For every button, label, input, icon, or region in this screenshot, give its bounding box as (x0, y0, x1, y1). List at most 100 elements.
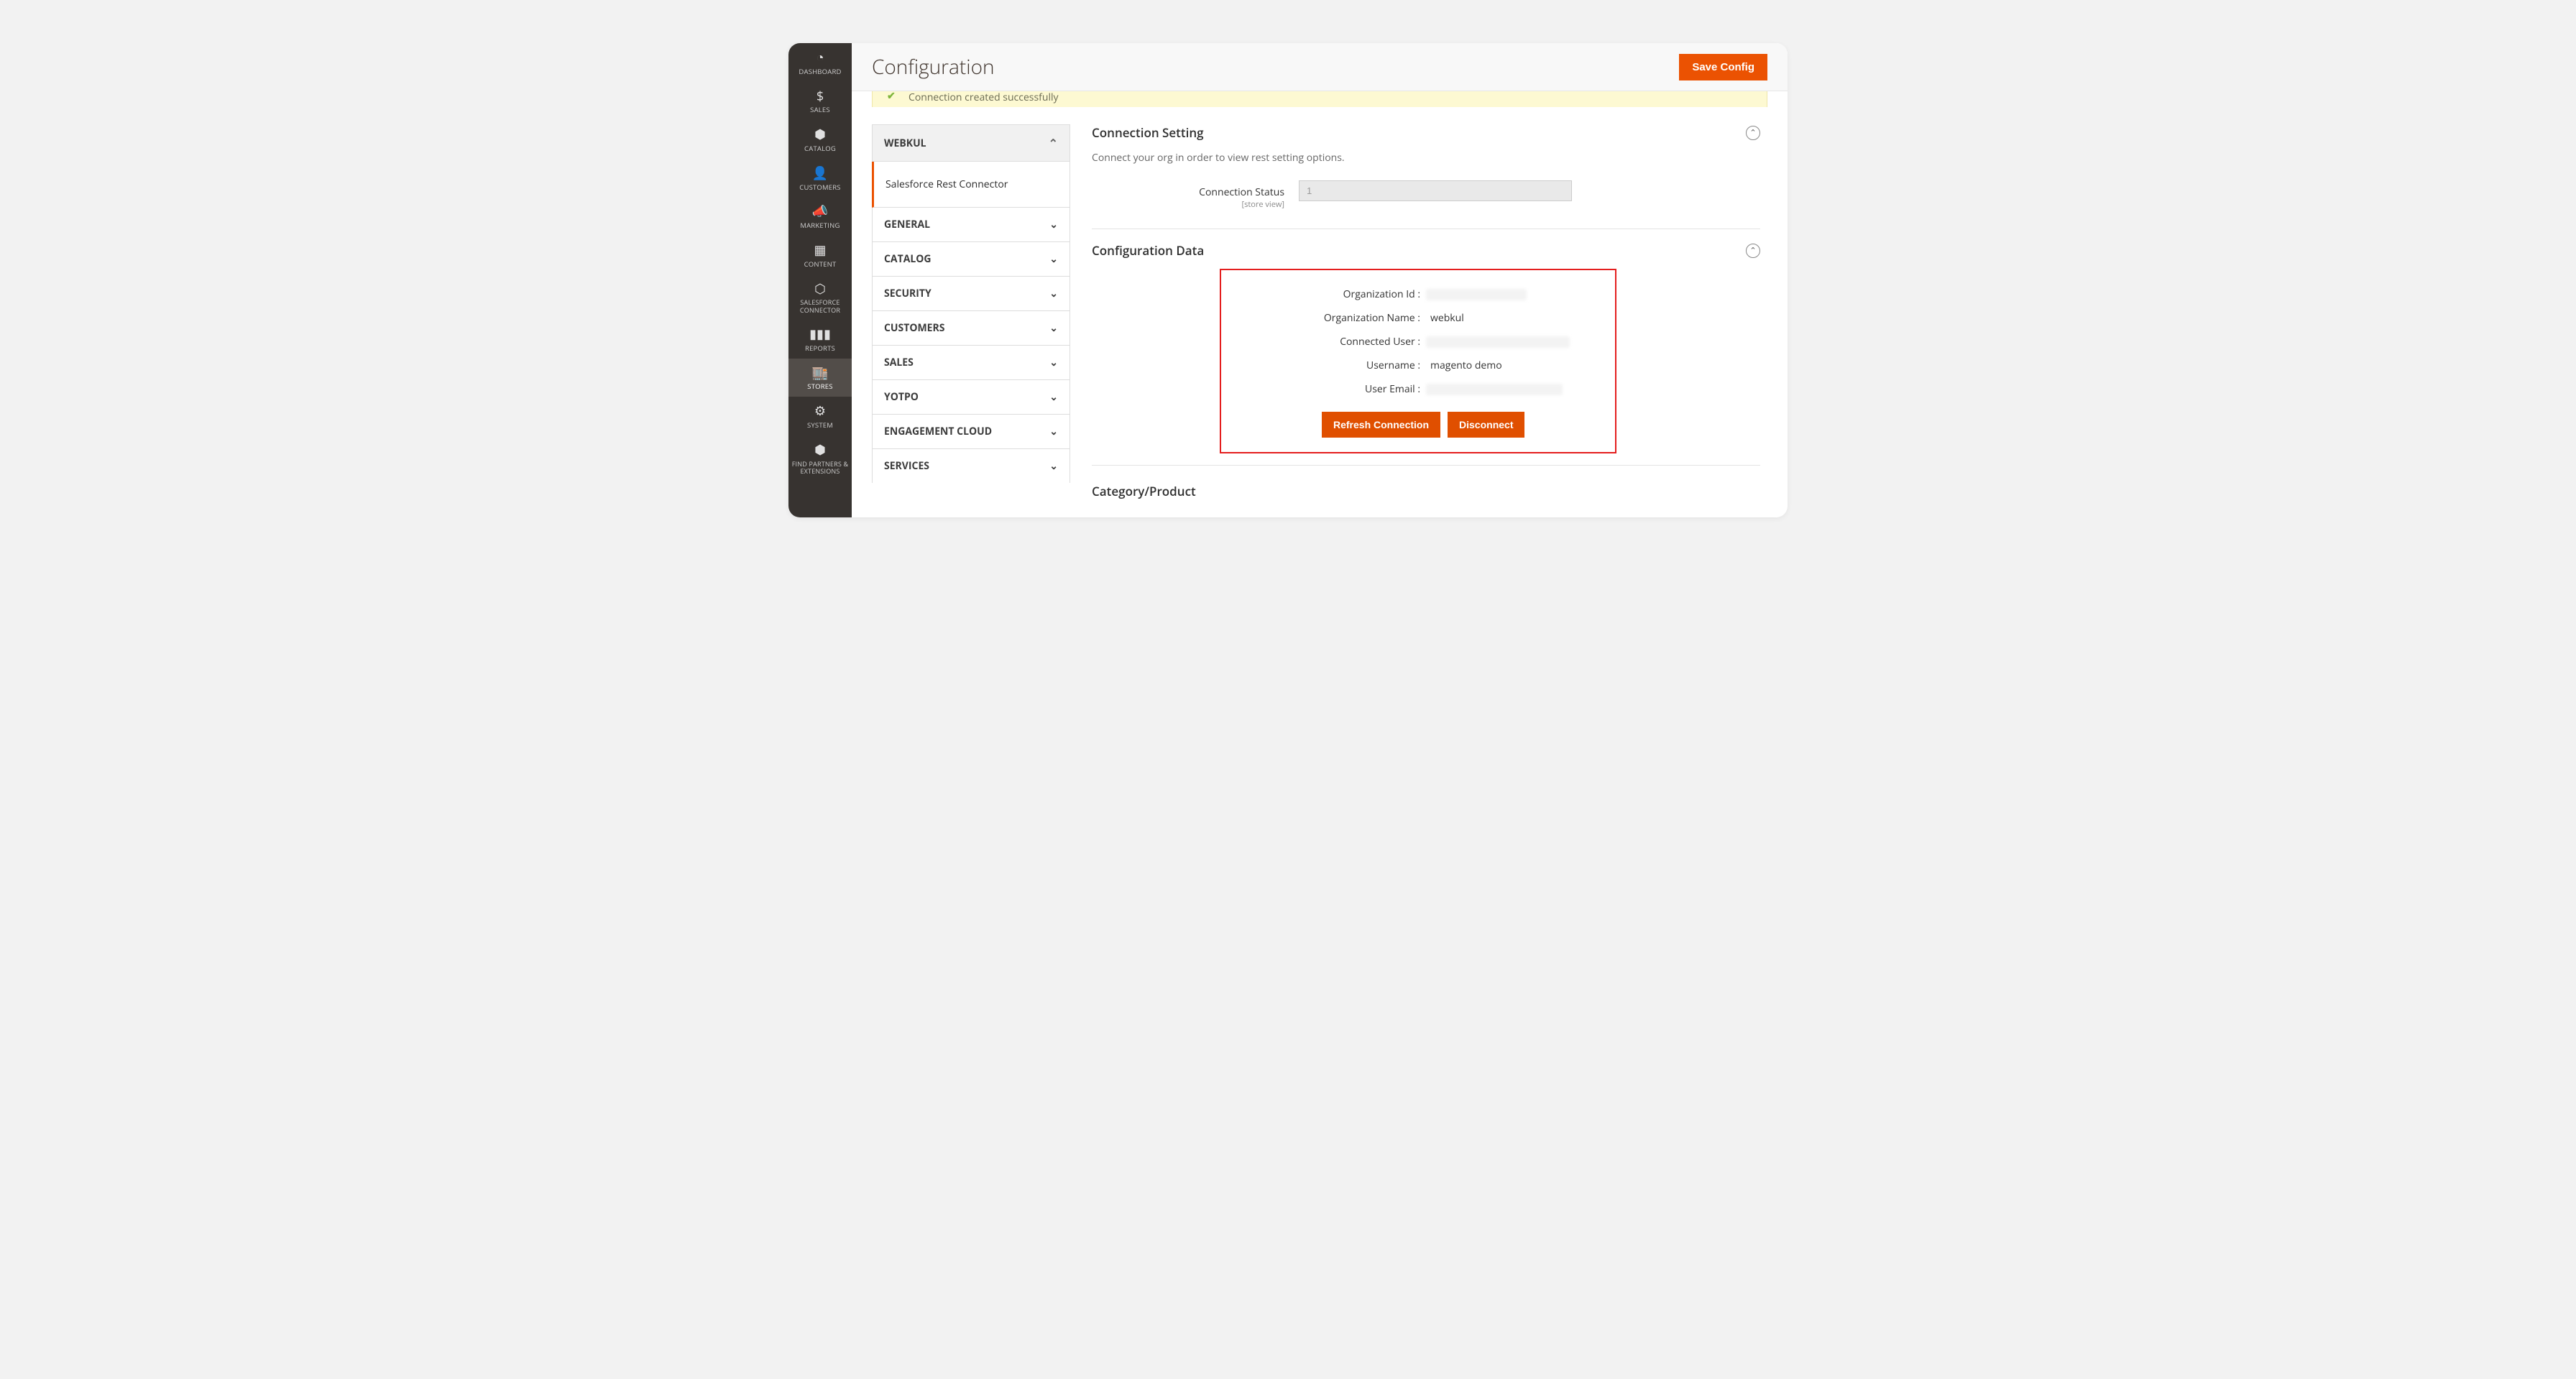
main-content: Configuration Save Config Connection cre… (852, 43, 1788, 517)
sidebar-item-marketing[interactable]: 📣 MARKETING (788, 197, 852, 236)
data-label: Organization Name : (1236, 311, 1426, 325)
config-group-label: SERVICES (884, 459, 929, 473)
sidebar-item-label: REPORTS (805, 345, 835, 353)
page-header: Configuration Save Config (852, 43, 1788, 91)
sidebar-item-label: SALESFORCE CONNECTOR (790, 299, 850, 314)
box-icon: ⬢ (814, 127, 826, 142)
sidebar-item-customers[interactable]: 👤 CUSTOMERS (788, 159, 852, 198)
store-icon: 🏬 (812, 366, 828, 381)
chevron-down-icon: ⌄ (1049, 425, 1058, 438)
config-group-label: ENGAGEMENT CLOUD (884, 425, 992, 438)
gear-icon: ⚙ (814, 404, 826, 419)
config-group-label: YOTPO (884, 390, 919, 404)
layout-icon: ▦ (814, 243, 826, 258)
data-label: Username : (1236, 359, 1426, 372)
refresh-connection-button[interactable]: Refresh Connection (1322, 412, 1440, 438)
sidebar-item-label: CUSTOMERS (799, 184, 840, 192)
sidebar-item-label: SYSTEM (807, 422, 833, 430)
config-group-sales[interactable]: SALES ⌄ (872, 346, 1070, 380)
chart-icon: ▮▮▮ (809, 327, 831, 342)
app-window: ◔ DASHBOARD $ SALES ⬢ CATALOG 👤 CUSTOMER… (788, 43, 1788, 517)
sidebar-item-dashboard[interactable]: ◔ DASHBOARD (788, 43, 852, 82)
config-data-buttons: Refresh Connection Disconnect (1322, 412, 1601, 438)
section-header-configuration-data[interactable]: Configuration Data ⌃ (1092, 242, 1760, 259)
sidebar-item-label: SALES (810, 106, 830, 114)
section-description: Connect your org in order to view rest s… (1092, 151, 1760, 165)
data-value-redacted: xxxxxxxxxxxxxx (1426, 289, 1527, 300)
save-config-button[interactable]: Save Config (1679, 54, 1767, 80)
dashboard-icon: ◔ (816, 50, 824, 65)
config-group-general[interactable]: GENERAL ⌄ (872, 208, 1070, 242)
field-label: Connection Status (1199, 185, 1284, 199)
disconnect-button[interactable]: Disconnect (1448, 412, 1524, 438)
connection-status-input (1299, 180, 1572, 201)
config-group-webkul[interactable]: WEBKUL ⌃ (872, 124, 1070, 162)
sidebar-item-label: CATALOG (804, 145, 836, 153)
dollar-icon: $ (816, 89, 824, 104)
config-group-label: WEBKUL (884, 137, 926, 150)
sidebar-item-sales[interactable]: $ SALES (788, 82, 852, 121)
collapse-toggle-icon[interactable]: ⌃ (1746, 126, 1760, 140)
config-nav: WEBKUL ⌃ Salesforce Rest Connector GENER… (872, 124, 1070, 517)
hexagon-icon: ⬡ (814, 282, 826, 297)
config-group-yotpo[interactable]: YOTPO ⌄ (872, 380, 1070, 415)
config-group-customers[interactable]: CUSTOMERS ⌄ (872, 311, 1070, 346)
data-label: Connected User : (1236, 335, 1426, 349)
data-value-redacted: xxxxxxxxxxxxxxxxxx (1426, 336, 1570, 348)
config-group-label: CATALOG (884, 252, 932, 266)
config-group-label: SECURITY (884, 287, 932, 300)
config-data-highlight-box: Organization Id : xxxxxxxxxxxxxx Organiz… (1220, 269, 1616, 453)
config-group-security[interactable]: SECURITY ⌄ (872, 277, 1070, 311)
chevron-up-icon: ⌃ (1049, 135, 1058, 151)
field-scope: [store view] (1092, 199, 1284, 210)
success-alert: Connection created successfully (872, 91, 1767, 107)
chevron-down-icon: ⌄ (1049, 390, 1058, 404)
section-title: Connection Setting (1092, 124, 1204, 141)
chevron-down-icon: ⌄ (1049, 287, 1058, 300)
sidebar-item-content[interactable]: ▦ CONTENT (788, 236, 852, 275)
section-title: Category/Product (1092, 483, 1196, 499)
admin-sidebar: ◔ DASHBOARD $ SALES ⬢ CATALOG 👤 CUSTOMER… (788, 43, 852, 517)
config-group-catalog[interactable]: CATALOG ⌄ (872, 242, 1070, 277)
section-category-product[interactable]: Category/Product (1092, 479, 1760, 499)
sidebar-item-label: FIND PARTNERS & EXTENSIONS (790, 461, 850, 476)
sidebar-item-label: STORES (807, 383, 832, 391)
sidebar-item-label: CONTENT (804, 261, 837, 269)
sidebar-item-catalog[interactable]: ⬢ CATALOG (788, 120, 852, 159)
data-value: webkul (1426, 311, 1464, 325)
config-group-services[interactable]: SERVICES ⌄ (872, 449, 1070, 483)
section-header-connection-setting[interactable]: Connection Setting ⌃ (1092, 124, 1760, 141)
data-label: User Email : (1236, 382, 1426, 396)
sidebar-item-salesforce-connector[interactable]: ⬡ SALESFORCE CONNECTOR (788, 275, 852, 320)
sidebar-item-reports[interactable]: ▮▮▮ REPORTS (788, 320, 852, 359)
megaphone-icon: 📣 (812, 204, 828, 219)
sidebar-item-label: MARKETING (800, 222, 840, 230)
config-subitem-salesforce-rest-connector[interactable]: Salesforce Rest Connector (872, 162, 1070, 208)
config-group-engagement-cloud[interactable]: ENGAGEMENT CLOUD ⌄ (872, 415, 1070, 449)
sidebar-item-label: DASHBOARD (799, 68, 841, 76)
config-group-label: CUSTOMERS (884, 321, 944, 335)
config-panel: Connection Setting ⌃ Connect your org in… (1092, 124, 1767, 517)
section-configuration-data: Configuration Data ⌃ Organization Id : x… (1092, 242, 1760, 466)
collapse-toggle-icon[interactable]: ⌃ (1746, 244, 1760, 258)
config-group-label: SALES (884, 356, 914, 369)
chevron-down-icon: ⌄ (1049, 356, 1058, 369)
chevron-down-icon: ⌄ (1049, 218, 1058, 231)
chevron-down-icon: ⌄ (1049, 321, 1058, 335)
alert-area: Connection created successfully (852, 91, 1788, 107)
data-row-user-email: User Email : xxxxxxxxxxxxxxxx (1236, 382, 1601, 396)
chevron-down-icon: ⌄ (1049, 252, 1058, 266)
sidebar-item-system[interactable]: ⚙ SYSTEM (788, 397, 852, 435)
boxes-icon: ⬢ (814, 443, 826, 458)
data-row-connected-user: Connected User : xxxxxxxxxxxxxxxxxx (1236, 335, 1601, 349)
data-row-organization-id: Organization Id : xxxxxxxxxxxxxx (1236, 287, 1601, 301)
sidebar-item-find-partners[interactable]: ⬢ FIND PARTNERS & EXTENSIONS (788, 435, 852, 481)
config-group-label: GENERAL (884, 218, 930, 231)
alert-message: Connection created successfully (908, 91, 1059, 104)
sidebar-item-stores[interactable]: 🏬 STORES (788, 359, 852, 397)
config-subitem-label: Salesforce Rest Connector (886, 177, 1008, 191)
section-title: Configuration Data (1092, 242, 1204, 259)
chevron-down-icon: ⌄ (1049, 459, 1058, 473)
data-row-username: Username : magento demo (1236, 359, 1601, 372)
page-title: Configuration (872, 53, 995, 80)
